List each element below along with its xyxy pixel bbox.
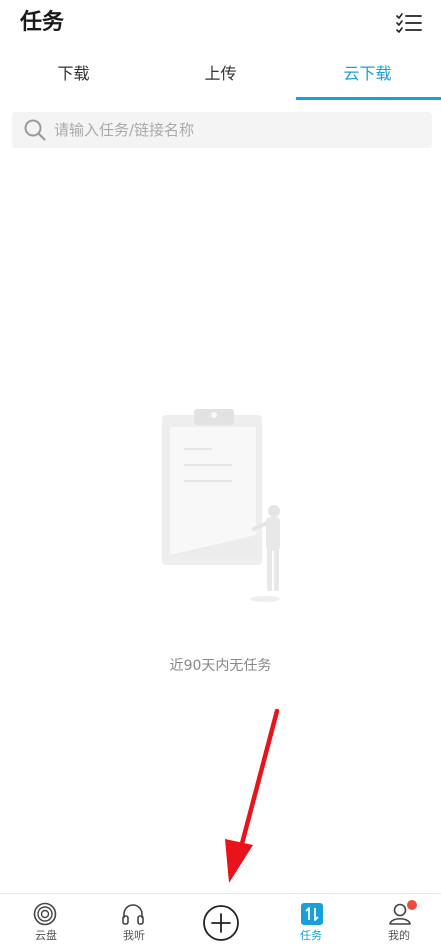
cloud-disk-icon	[33, 902, 57, 926]
nav-label-tasks: 任务	[300, 929, 322, 942]
headphones-icon	[121, 902, 145, 926]
transfer-icon	[300, 902, 324, 926]
nav-tasks[interactable]: 任务	[267, 894, 355, 947]
red-annotation-arrow	[215, 705, 290, 890]
tab-download[interactable]: 下载	[0, 52, 147, 100]
nav-listen[interactable]: 我听	[90, 894, 178, 947]
checklist-icon[interactable]	[396, 12, 422, 34]
active-tab-indicator	[296, 97, 441, 100]
nav-label-mine: 我的	[388, 929, 410, 942]
bottom-navigation: 云盘 我听 任务 我的	[0, 893, 441, 947]
add-button[interactable]	[202, 904, 240, 942]
notification-badge	[407, 900, 417, 910]
page-title: 任务	[20, 10, 65, 35]
empty-state-message: 近90天内无任务	[169, 658, 272, 674]
tab-cloud-download[interactable]: 云下载	[294, 52, 441, 100]
nav-mine[interactable]: 我的	[355, 894, 441, 947]
empty-state-illustration	[150, 405, 290, 605]
nav-label-listen: 我听	[123, 929, 145, 942]
header-bar: 任务	[0, 0, 441, 48]
nav-label-cloud-disk: 云盘	[35, 929, 57, 942]
search-bar[interactable]	[12, 112, 432, 148]
nav-cloud-disk[interactable]: 云盘	[2, 894, 90, 947]
tab-upload[interactable]: 上传	[147, 52, 294, 100]
search-input[interactable]	[54, 112, 414, 148]
task-tabs: 下载 上传 云下载	[0, 52, 441, 100]
search-icon	[24, 119, 46, 141]
plus-circle-icon	[202, 905, 240, 946]
